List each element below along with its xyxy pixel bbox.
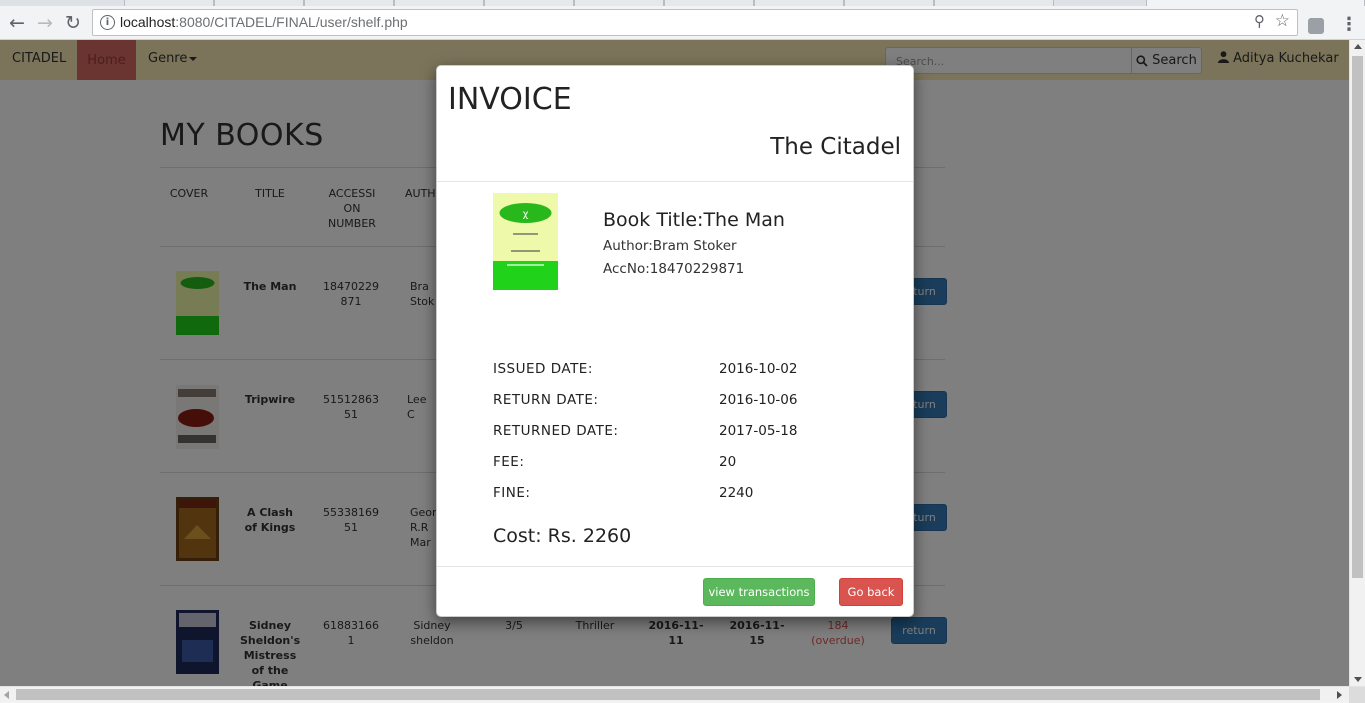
scroll-down-icon[interactable] — [1354, 677, 1362, 682]
fine-value: 2240 — [719, 485, 754, 501]
invoice-book-cover: χ — [493, 193, 558, 290]
view-transactions-button[interactable]: view transactions — [703, 578, 815, 606]
issued-date-label: ISSUED DATE: — [493, 361, 593, 377]
modal-divider — [437, 566, 913, 567]
bookmark-star-icon[interactable]: ☆ — [1275, 11, 1290, 31]
invoice-author: Author:Bram Stoker — [603, 238, 737, 254]
fine-label: FINE: — [493, 485, 531, 501]
horizontal-scroll-thumb[interactable] — [16, 689, 1320, 700]
scroll-up-icon[interactable] — [1354, 44, 1362, 49]
browser-toolbar: ← → ↻ i localhost:8080/CITADEL/FINAL/use… — [0, 6, 1365, 40]
returned-date-label: RETURNED DATE: — [493, 423, 619, 439]
info-icon[interactable]: i — [100, 15, 115, 30]
scroll-left-icon[interactable] — [4, 691, 9, 699]
modal-subtitle: The Citadel — [770, 134, 901, 160]
horizontal-scrollbar[interactable] — [0, 686, 1365, 703]
url-text: localhost:8080/CITADEL/FINAL/user/shelf.… — [120, 14, 408, 30]
invoice-book-title: Book Title:The Man — [603, 209, 785, 231]
issued-date-value: 2016-10-02 — [719, 361, 798, 377]
modal-divider — [437, 181, 913, 182]
browser-menu-icon[interactable]: ⋮ — [1340, 14, 1358, 35]
zoom-icon[interactable]: ⚲ — [1254, 12, 1265, 30]
vertical-scroll-thumb[interactable] — [1352, 56, 1363, 578]
reload-icon[interactable]: ↻ — [60, 10, 86, 36]
invoice-acc-no: AccNo:18470229871 — [603, 261, 745, 277]
back-arrow-icon[interactable]: ← — [4, 10, 30, 36]
address-bar[interactable]: i localhost:8080/CITADEL/FINAL/user/shel… — [92, 9, 1298, 36]
invoice-modal: INVOICE The Citadel χ Book Title:The Man… — [436, 65, 914, 617]
fee-value: 20 — [719, 454, 737, 470]
forward-arrow-icon[interactable]: → — [32, 10, 58, 36]
returned-date-value: 2017-05-18 — [719, 423, 798, 439]
fee-label: FEE: — [493, 454, 525, 470]
extension-icon[interactable] — [1308, 18, 1324, 34]
scroll-right-icon[interactable] — [1337, 691, 1342, 699]
vertical-scrollbar[interactable] — [1349, 40, 1365, 686]
page-viewport: CITADEL Home Genre Search... Search Adit… — [0, 40, 1349, 686]
svg-text:χ: χ — [523, 209, 529, 220]
go-back-button[interactable]: Go back — [839, 578, 903, 606]
scrollbar-corner — [1349, 687, 1365, 703]
modal-title: INVOICE — [448, 82, 572, 117]
total-cost: Cost: Rs. 2260 — [493, 525, 632, 547]
return-date-label: RETURN DATE: — [493, 392, 599, 408]
return-date-value: 2016-10-06 — [719, 392, 798, 408]
